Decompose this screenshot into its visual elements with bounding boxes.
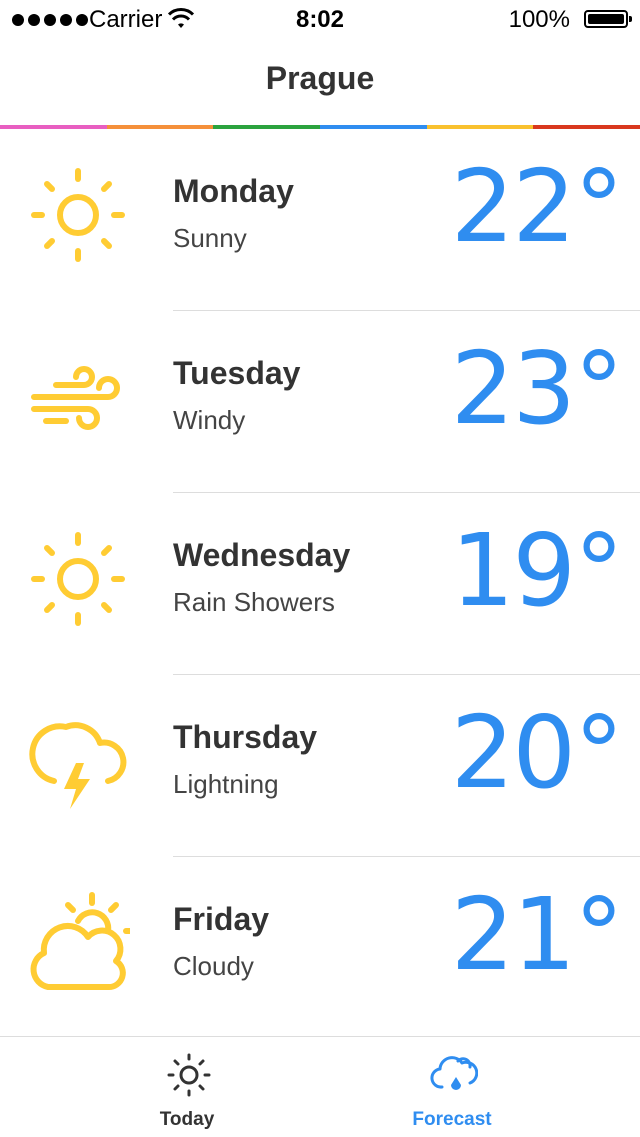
forecast-row[interactable]: Wednesday Rain Showers 19° — [0, 493, 640, 675]
status-bar: Carrier 8:02 100% — [0, 0, 640, 40]
condition-label: Windy — [173, 405, 246, 435]
condition-label: Lightning — [173, 769, 279, 799]
temperature-value: 21° — [450, 876, 624, 993]
condition-label: Sunny — [173, 223, 247, 253]
day-label: Friday — [173, 901, 270, 937]
wind-icon — [31, 366, 120, 430]
day-label: Wednesday — [173, 537, 351, 573]
forecast-list: Monday Sunny 22° Tuesday Windy 23° Wedne… — [0, 129, 640, 1039]
battery-icon — [584, 10, 632, 28]
sun-icon — [31, 532, 125, 626]
sun-icon — [31, 168, 125, 262]
temperature-value: 20° — [450, 694, 624, 811]
tab-label: Forecast — [412, 1109, 492, 1130]
lightning-cloud-icon — [29, 722, 127, 809]
tab-bar: Today Forecast — [0, 1036, 640, 1137]
forecast-row[interactable]: Friday Cloudy 21° — [0, 857, 640, 1039]
forecast-row[interactable]: Thursday Lightning 20° — [0, 675, 640, 857]
day-label: Thursday — [173, 719, 318, 755]
condition-label: Cloudy — [173, 951, 254, 981]
tab-forecast[interactable]: Forecast — [292, 1037, 612, 1137]
partly-cloudy-icon — [30, 892, 130, 990]
temperature-value: 22° — [450, 148, 624, 265]
cloud-rain-icon — [430, 1056, 478, 1090]
condition-label: Rain Showers — [173, 587, 335, 617]
day-label: Monday — [173, 173, 294, 209]
sun-icon — [167, 1053, 211, 1097]
day-label: Tuesday — [173, 355, 301, 391]
page-title: Prague — [265, 60, 375, 96]
forecast-row[interactable]: Monday Sunny 22° — [0, 129, 640, 311]
temperature-value: 23° — [450, 330, 624, 447]
battery-percentage: 100% — [508, 6, 570, 33]
temperature-value: 19° — [450, 512, 624, 629]
forecast-row[interactable]: Tuesday Windy 23° — [0, 311, 640, 493]
